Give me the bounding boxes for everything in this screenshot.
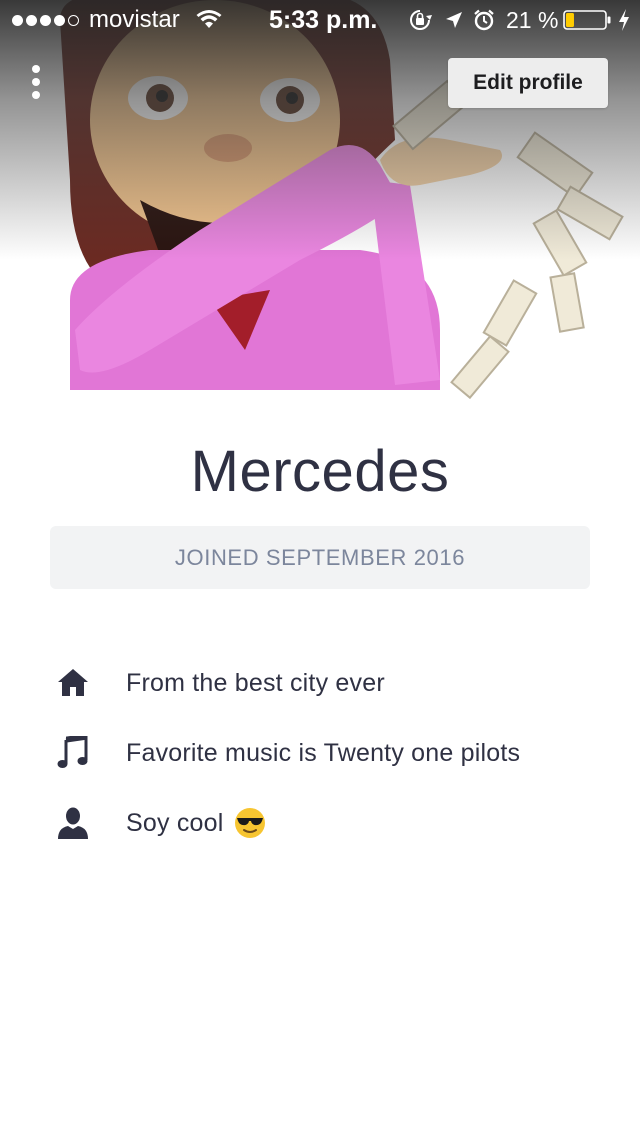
detail-row-bio: Soy cool [0, 793, 640, 853]
profile-name: Mercedes [190, 439, 450, 504]
joined-date-badge: JOINED SEPTEMBER 2016 [50, 526, 590, 589]
profile-screen: movistar 5:33 p.m. 21 % Edit profile Mer… [0, 0, 640, 1136]
location-icon [444, 0, 464, 40]
signal-strength-icon [12, 0, 82, 40]
rotation-lock-icon [408, 0, 434, 40]
home-icon [56, 666, 90, 700]
battery-icon [563, 0, 611, 40]
signal-dot [12, 14, 23, 26]
detail-text: Soy cool [126, 808, 224, 837]
detail-text: From the best city ever [126, 668, 385, 697]
charging-icon [617, 0, 631, 40]
more-vertical-icon [32, 65, 40, 73]
status-bar: movistar 5:33 p.m. 21 % [0, 0, 640, 40]
detail-row-music: Favorite music is Twenty one pilots [0, 723, 640, 783]
signal-dot [40, 14, 51, 26]
more-vertical-icon [32, 78, 40, 86]
alarm-icon [473, 0, 495, 40]
music-note-icon [56, 733, 90, 770]
battery-percentage: 21 % [506, 6, 559, 33]
signal-dot [26, 14, 37, 26]
carrier-name: movistar [89, 6, 180, 33]
sunglasses-emoji-icon [234, 807, 266, 839]
signal-dot [68, 14, 79, 26]
more-options-button[interactable] [22, 62, 50, 102]
wifi-icon [196, 0, 222, 40]
signal-dot [54, 14, 65, 26]
person-icon [56, 806, 90, 840]
status-time: 5:33 p.m. [269, 5, 378, 34]
more-vertical-icon [32, 91, 40, 99]
detail-text-bio: Soy cool [126, 793, 266, 853]
edit-profile-button[interactable]: Edit profile [448, 58, 608, 108]
detail-text: Favorite music is Twenty one pilots [126, 738, 521, 767]
detail-row-hometown: From the best city ever [0, 653, 640, 713]
